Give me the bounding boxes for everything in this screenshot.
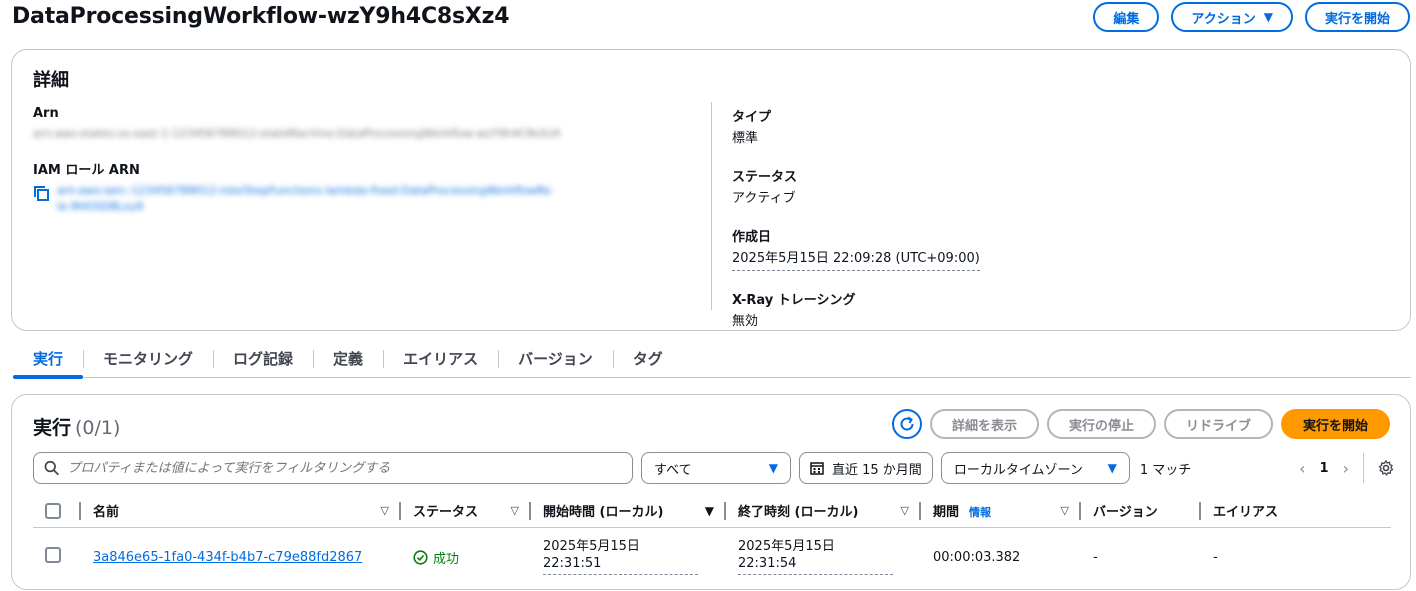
status-value: アクティブ [732,191,796,207]
start-execution-primary-button[interactable]: 実行を開始 [1280,409,1390,439]
column-header-name[interactable]: 名前 ▽ [81,494,401,527]
details-heading: 詳細 [33,70,69,91]
details-right-column: タイプ 標準 ステータス アクティブ 作成日 2025年5月15日 22:09:… [732,106,980,349]
edit-button[interactable]: 編集 [1093,2,1160,32]
pager-divider [1363,453,1364,483]
created-label: 作成日 [732,230,772,246]
tab-monitoring[interactable]: モニタリング [83,340,213,378]
copy-icon[interactable] [33,185,51,203]
xray-value: 無効 [732,313,759,329]
pagination: ‹ 1 › [1299,453,1394,483]
duration-cell: 00:00:03.382 [933,549,1021,565]
page-number[interactable]: 1 [1320,461,1329,476]
column-header-start-time[interactable]: 開始時間 (ローカル) ▼ [531,494,726,527]
actions-dropdown-button[interactable]: アクション ▼ [1171,2,1293,32]
stop-execution-button[interactable]: 実行の停止 [1046,409,1156,439]
column-header-version: バージョン [1081,494,1201,527]
arn-value: arn:aws:states:us-east-1:123456789012:st… [33,127,561,140]
page-title: DataProcessingWorkflow-wzY9h4C8sXz4 [12,4,510,29]
sort-icon: ▽ [900,504,909,517]
execution-name-link[interactable]: 3a846e65-1fa0-434f-b4b7-c79e88fd2867 [93,550,362,565]
row-checkbox[interactable] [45,547,61,563]
search-icon [44,460,60,476]
sort-descending-icon: ▼ [704,503,714,518]
calendar-icon [810,462,824,475]
details-left-column: Arn arn:aws:states:us-east-1:12345678901… [33,106,653,215]
search-field[interactable] [33,452,633,484]
iam-role-link[interactable]: arn:aws:iam::123456789012:role/StepFunct… [57,183,653,215]
tab-executions[interactable]: 実行 [13,340,84,379]
tab-bar: 実行 モニタリング ログ記録 定義 エイリアス バージョン タグ [13,340,1411,379]
tab-logging[interactable]: ログ記録 [213,340,313,378]
sort-icon: ▽ [1060,504,1069,517]
status-filter-select[interactable]: すべて ▼ [641,452,791,484]
select-all-checkbox[interactable] [45,502,61,519]
refresh-button[interactable] [891,409,922,439]
column-divider [711,102,712,310]
select-all-cell [33,494,81,527]
match-count: 1 マッチ [1139,462,1192,478]
version-cell: - [1093,549,1098,565]
column-header-status[interactable]: ステータス ▽ [401,494,531,527]
executions-panel: 実行(0/1) 詳細を表示 実行の停止 リドライブ 実行を開始 すべて ▼ 直近… [11,394,1411,590]
execution-name-cell: 3a846e65-1fa0-434f-b4b7-c79e88fd2867 [81,550,401,565]
execution-status-cell: 成功 [401,548,531,567]
caret-down-icon: ▼ [1263,10,1273,24]
date-range-button[interactable]: 直近 15 か月間 [799,452,933,484]
refresh-icon [900,416,914,431]
tab-definition[interactable]: 定義 [313,340,383,378]
column-header-alias: エイリアス [1213,505,1279,520]
type-value: 標準 [732,131,759,146]
chevron-right-icon[interactable]: › [1343,459,1349,478]
row-select-cell [33,547,81,567]
redrive-button[interactable]: リドライブ [1163,409,1273,439]
sort-icon: ▽ [380,504,389,517]
executions-table: 名前 ▽ ステータス ▽ 開始時間 (ローカル) ▼ 終了時刻 (ローカル) ▽ 期間情… [33,494,1391,586]
executions-heading: 実行 (0/1) [33,417,121,439]
type-label: タイプ [732,110,772,125]
settings-gear-icon[interactable] [1378,460,1394,476]
success-check-icon [413,549,428,565]
arn-label: Arn [33,106,59,121]
status-badge: 成功 [413,548,519,567]
created-value: 2025年5月15日 22:09:28 (UTC+09:00) [732,250,980,271]
chevron-left-icon[interactable]: ‹ [1299,459,1305,478]
status-label: ステータス [732,170,798,186]
tab-tags[interactable]: タグ [612,340,683,378]
tab-aliases[interactable]: エイリアス [383,340,498,378]
iam-role-row: arn:aws:iam::123456789012:role/StepFunct… [33,183,653,215]
column-header-duration[interactable]: 期間 情報 ▽ [921,494,1081,527]
table-header: 名前 ▽ ステータス ▽ 開始時間 (ローカル) ▼ 終了時刻 (ローカル) ▽ 期間情… [33,494,1391,528]
table-row: 3a846e65-1fa0-434f-b4b7-c79e88fd2867 成功 … [33,528,1391,586]
column-header-end-time[interactable]: 終了時刻 (ローカル) ▽ [726,494,921,527]
duration-info-link[interactable]: 情報 [969,506,991,519]
header-actions: 編集 アクション ▼ 実行を開始 [1093,2,1410,32]
view-details-button[interactable]: 詳細を表示 [929,409,1039,439]
filter-row: すべて ▼ 直近 15 か月間 ローカルタイムゾーン ▼ 1 マッチ ‹ 1 › [33,452,1394,484]
sort-icon: ▽ [510,504,519,517]
start-execution-button[interactable]: 実行を開始 [1304,2,1410,32]
end-time-cell: 2025年5月15日 22:31:54 [726,539,921,575]
executions-count: (0/1) [75,417,121,439]
xray-label: X-Ray トレーシング [732,292,856,308]
tab-versions[interactable]: バージョン [498,340,613,378]
start-time-cell: 2025年5月15日 22:31:51 [531,539,726,575]
alias-cell: - [1213,549,1218,565]
iam-role-label: IAM ロール ARN [33,163,140,179]
search-input[interactable] [67,460,622,476]
caret-down-icon: ▼ [768,461,778,475]
executions-actions: 詳細を表示 実行の停止 リドライブ 実行を開始 [891,409,1390,439]
details-panel: 詳細 Arn arn:aws:states:us-east-1:12345678… [11,49,1411,331]
timezone-select[interactable]: ローカルタイムゾーン ▼ [940,452,1130,484]
caret-down-icon: ▼ [1107,461,1117,475]
